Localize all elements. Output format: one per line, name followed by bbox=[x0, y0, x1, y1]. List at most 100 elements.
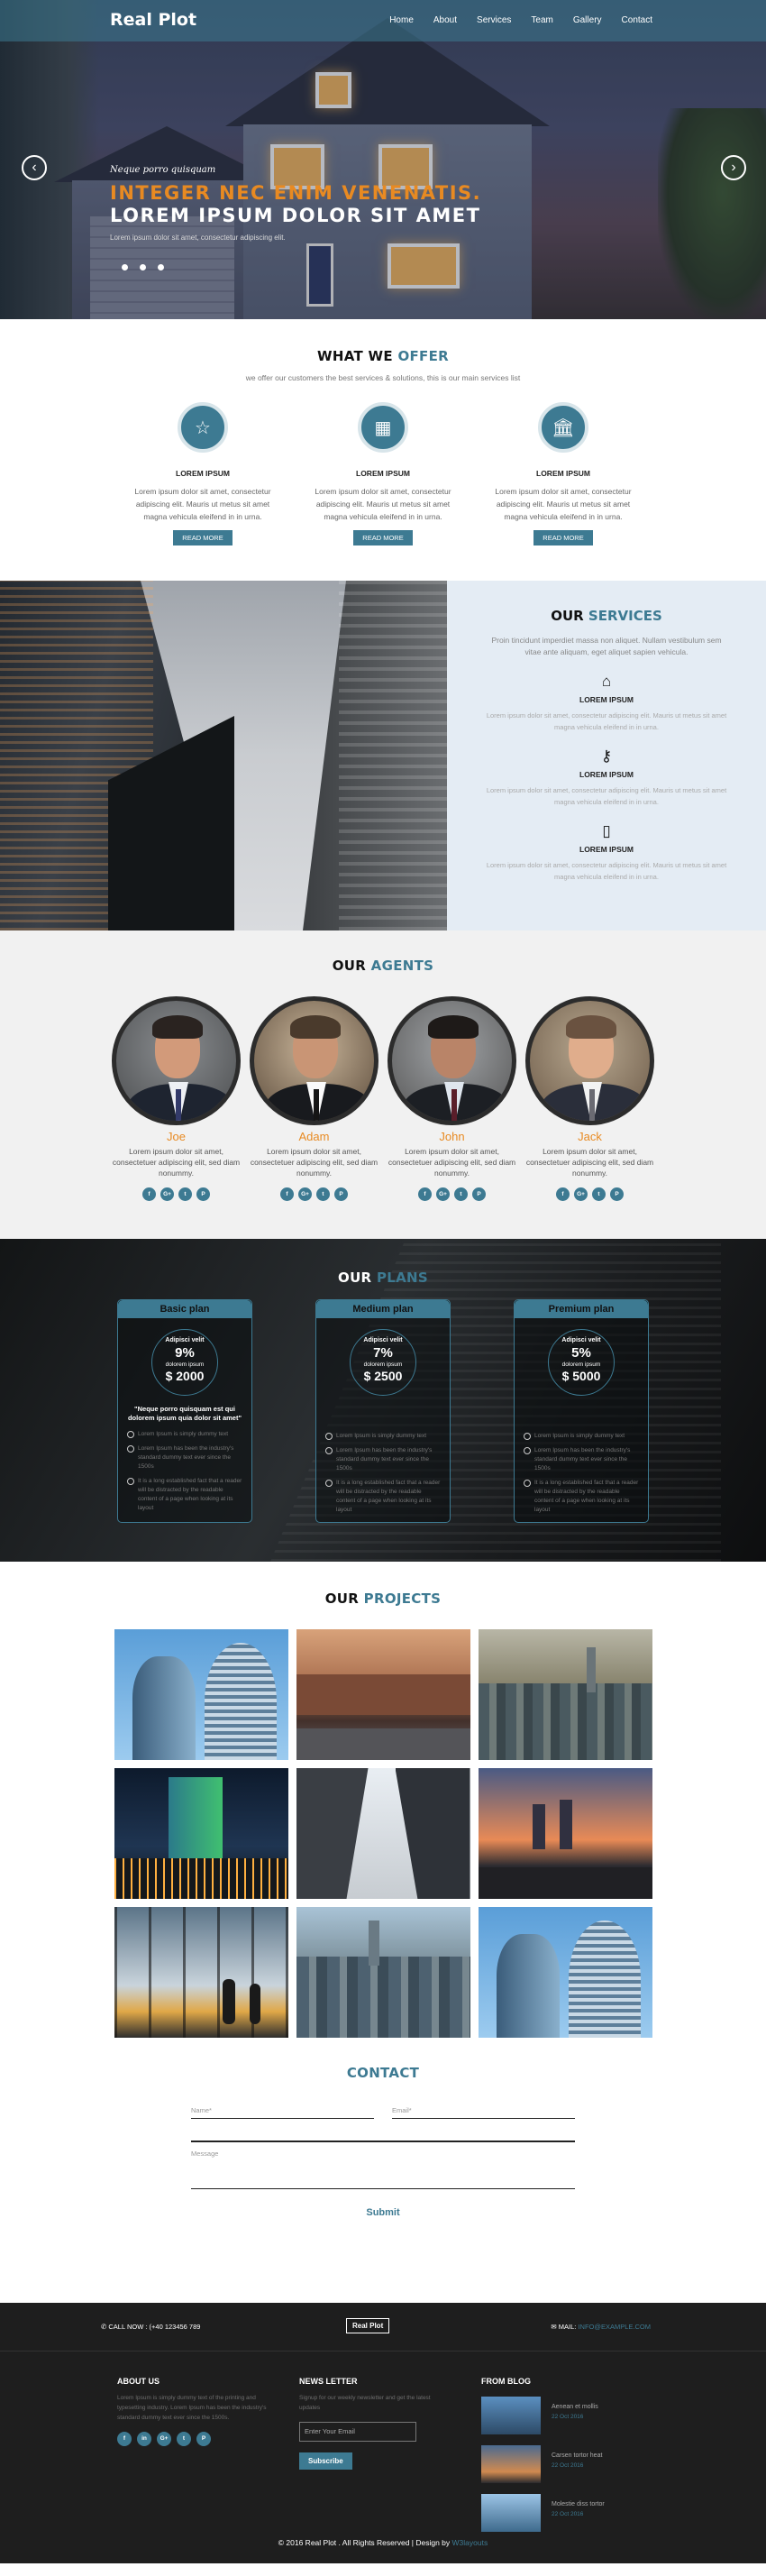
plan-feature: It is a long established fact that a rea… bbox=[127, 1477, 242, 1513]
twitter-icon[interactable]: t bbox=[177, 2432, 191, 2446]
facebook-icon[interactable]: f bbox=[142, 1187, 156, 1201]
agent-card: John Lorem ipsum dolor sit amet, consect… bbox=[387, 996, 517, 1201]
plans-section: OUR PLANS Basic plan Adipisci velit 9% d… bbox=[0, 1239, 766, 1562]
slider-dots bbox=[122, 264, 164, 270]
agent-bio: Lorem ipsum dolor sit amet, consectetuer… bbox=[112, 1147, 241, 1178]
plan-card: Premium plan Adipisci velit 5% dolorem i… bbox=[514, 1299, 649, 1523]
subscribe-button[interactable]: Subscribe bbox=[299, 2452, 352, 2470]
blog-item[interactable]: Carsen tortor heat 22 Oct 2016 bbox=[481, 2445, 652, 2483]
avatar bbox=[388, 996, 516, 1125]
facebook-icon[interactable]: f bbox=[418, 1187, 432, 1201]
google-plus-icon[interactable]: G+ bbox=[160, 1187, 174, 1201]
pinterest-icon[interactable]: P bbox=[472, 1187, 486, 1201]
slider-dot-1[interactable] bbox=[122, 264, 128, 270]
gallery-image[interactable] bbox=[114, 1629, 288, 1760]
google-plus-icon[interactable]: G+ bbox=[574, 1187, 588, 1201]
facebook-icon[interactable]: f bbox=[556, 1187, 570, 1201]
footer-newsletter: NEWS LETTER Signup for our weekly newsle… bbox=[299, 2377, 452, 2470]
agent-name: Jack bbox=[578, 1130, 602, 1143]
gallery-image[interactable] bbox=[114, 1907, 288, 2038]
blog-item[interactable]: Molestie diss tortor 22 Oct 2016 bbox=[481, 2494, 652, 2532]
plan-name: Medium plan bbox=[316, 1300, 450, 1318]
gallery-image[interactable] bbox=[478, 1768, 652, 1899]
plan-feature: Lorem Ipsum has been the industry's stan… bbox=[127, 1444, 242, 1471]
plan-quote: "Neque porro quisquam est qui dolorem ip… bbox=[127, 1405, 242, 1422]
agents-title: OUR AGENTS bbox=[332, 958, 434, 974]
twitter-icon[interactable]: t bbox=[316, 1187, 330, 1201]
plan-feature: Lorem Ipsum is simply dummy text bbox=[524, 1432, 639, 1441]
agent-card: Jack Lorem ipsum dolor sit amet, consect… bbox=[524, 996, 655, 1201]
map-icon: ▦ bbox=[358, 402, 408, 453]
plan-rate-ring: Adipisci velit 7% dolorem ipsum $ 2500 bbox=[350, 1329, 416, 1396]
agent-name: Joe bbox=[167, 1130, 186, 1143]
plan-feature: Lorem Ipsum has been the industry's stan… bbox=[325, 1446, 441, 1473]
services-lead: Proin tincidunt imperdiet massa non aliq… bbox=[491, 636, 722, 656]
read-more-button[interactable]: READ MORE bbox=[173, 530, 233, 545]
agent-bio: Lorem ipsum dolor sit amet, consectetuer… bbox=[388, 1147, 516, 1178]
footer-logo[interactable]: Real Plot bbox=[346, 2318, 390, 2333]
gallery-image[interactable] bbox=[296, 1907, 470, 2038]
nav-item-team[interactable]: Team bbox=[531, 15, 552, 25]
nav-item-contact[interactable]: Contact bbox=[622, 15, 652, 25]
twitter-icon[interactable]: t bbox=[592, 1187, 606, 1201]
submit-button[interactable]: Submit bbox=[191, 2207, 575, 2218]
linkedin-icon[interactable]: in bbox=[137, 2432, 151, 2446]
nav-item-gallery[interactable]: Gallery bbox=[573, 15, 602, 25]
hero-text: Lorem ipsum dolor sit amet, consectetur … bbox=[110, 234, 286, 242]
read-more-button[interactable]: READ MORE bbox=[533, 530, 593, 545]
projects-gallery bbox=[114, 1629, 652, 2038]
footer-about-title: ABOUT US bbox=[117, 2377, 160, 2386]
twitter-icon[interactable]: t bbox=[178, 1187, 192, 1201]
slider-dot-2[interactable] bbox=[140, 264, 146, 270]
service-item-title: LOREM IPSUM bbox=[579, 770, 634, 779]
google-plus-icon[interactable]: G+ bbox=[157, 2432, 171, 2446]
plan-feature: Lorem Ipsum is simply dummy text bbox=[127, 1430, 242, 1439]
plan-percent: 9% bbox=[175, 1345, 195, 1361]
service-item-text: Lorem ipsum dolor sit amet, consectetur … bbox=[486, 711, 727, 731]
google-plus-icon[interactable]: G+ bbox=[298, 1187, 312, 1201]
read-more-button[interactable]: READ MORE bbox=[353, 530, 413, 545]
offer-section: WHAT WE OFFER we offer our customers the… bbox=[0, 319, 766, 581]
nav-item-home[interactable]: Home bbox=[389, 15, 414, 25]
pinterest-icon[interactable]: P bbox=[196, 2432, 211, 2446]
name-field[interactable]: Name* bbox=[191, 2099, 374, 2119]
avatar bbox=[525, 996, 654, 1125]
gallery-image[interactable] bbox=[296, 1629, 470, 1760]
nav-item-services[interactable]: Services bbox=[477, 15, 511, 25]
mail-link[interactable]: INFO@EXAMPLE.COM bbox=[578, 2323, 651, 2331]
service-item-text: Lorem ipsum dolor sit amet, consectetur … bbox=[486, 786, 727, 806]
avatar bbox=[112, 996, 241, 1125]
pinterest-icon[interactable]: P bbox=[334, 1187, 348, 1201]
message-field[interactable]: Message bbox=[191, 2141, 575, 2189]
blog-item[interactable]: Aenean et mollis 22 Oct 2016 bbox=[481, 2397, 652, 2434]
blog-item-date: 22 Oct 2016 bbox=[552, 2462, 584, 2469]
blog-thumb bbox=[481, 2494, 541, 2532]
email-field[interactable]: Email* bbox=[392, 2099, 575, 2119]
plan-feature: It is a long established fact that a rea… bbox=[524, 1479, 639, 1515]
footer-contact-bar: ✆ CALL NOW : (+40 123456 789 Real Plot ✉… bbox=[0, 2303, 766, 2351]
nav-item-about[interactable]: About bbox=[433, 15, 457, 25]
designer-link[interactable]: W3layouts bbox=[452, 2538, 488, 2547]
slider-prev-button[interactable]: ‹ bbox=[22, 155, 47, 180]
facebook-icon[interactable]: f bbox=[117, 2432, 132, 2446]
gallery-image[interactable] bbox=[478, 1629, 652, 1760]
slider-dot-3[interactable] bbox=[158, 264, 164, 270]
slider-next-button[interactable]: › bbox=[721, 155, 746, 180]
plan-card: Basic plan Adipisci velit 9% dolorem ips… bbox=[117, 1299, 252, 1523]
key-icon: ⚷ bbox=[600, 747, 613, 765]
newsletter-title: NEWS LETTER bbox=[299, 2377, 358, 2386]
newsletter-email-input[interactable]: Enter Your Email bbox=[299, 2422, 416, 2442]
nav-menu: Home About Services Team Gallery Contact bbox=[369, 15, 652, 25]
gallery-image[interactable] bbox=[114, 1768, 288, 1899]
facebook-icon[interactable]: f bbox=[280, 1187, 294, 1201]
pinterest-icon[interactable]: P bbox=[610, 1187, 624, 1201]
pinterest-icon[interactable]: P bbox=[196, 1187, 210, 1201]
footer-mail: ✉ MAIL: INFO@EXAMPLE.COM bbox=[551, 2323, 651, 2331]
google-plus-icon[interactable]: G+ bbox=[436, 1187, 450, 1201]
site-logo[interactable]: Real Plot bbox=[110, 10, 196, 30]
copyright: © 2016 Real Plot . All Rights Reserved |… bbox=[278, 2538, 488, 2547]
home-icon: ⌂ bbox=[601, 673, 612, 690]
gallery-image[interactable] bbox=[296, 1768, 470, 1899]
gallery-image[interactable] bbox=[478, 1907, 652, 2038]
twitter-icon[interactable]: t bbox=[454, 1187, 468, 1201]
